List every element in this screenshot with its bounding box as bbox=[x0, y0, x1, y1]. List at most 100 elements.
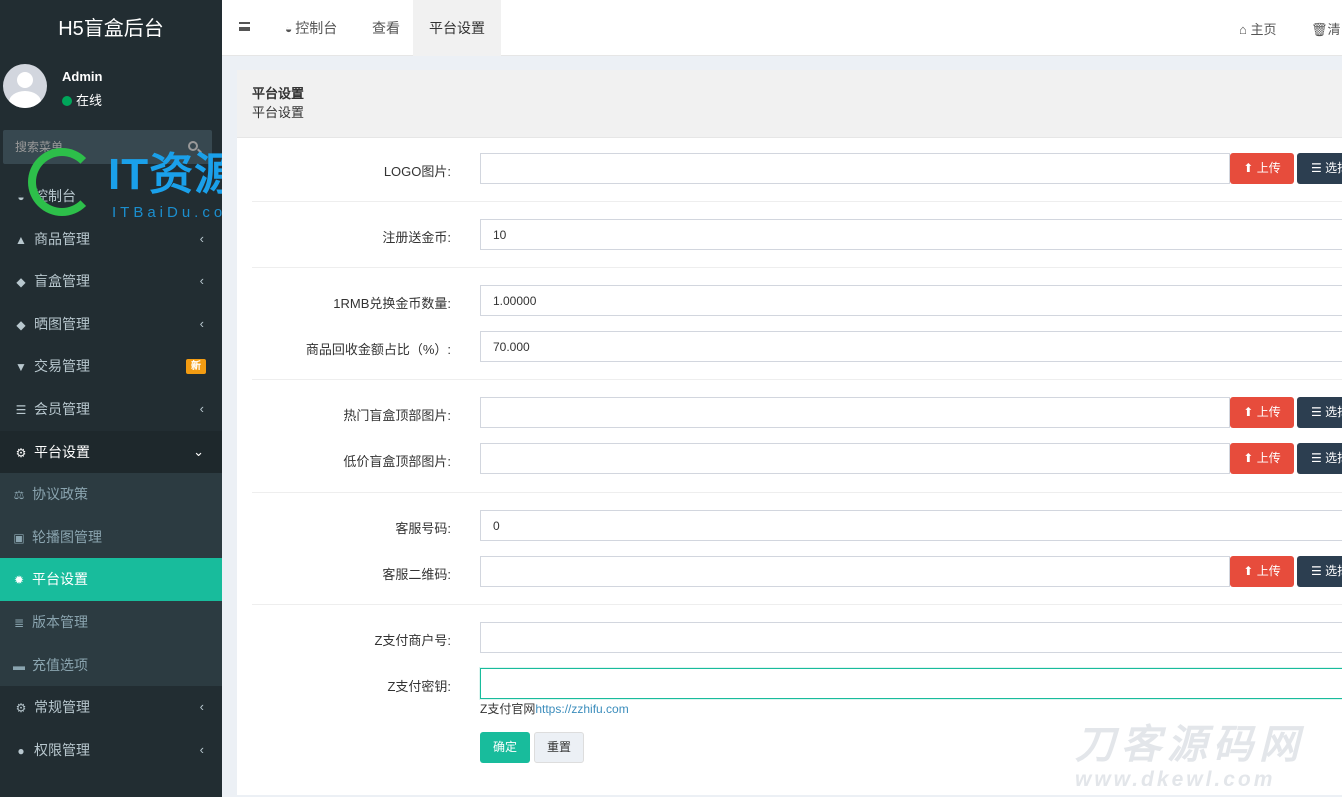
logo-select-button[interactable]: ☰ 选择 bbox=[1297, 153, 1342, 184]
sidebar-item-carousel[interactable]: ▣ 轮播图管理 bbox=[0, 515, 222, 559]
service-qr-input[interactable] bbox=[480, 556, 1230, 587]
watermark-it-name: IT资源网 bbox=[108, 150, 222, 199]
tab-label: 查看 bbox=[372, 20, 400, 36]
zpay-id-label: Z支付商户号: bbox=[374, 633, 451, 648]
shopping-bag-icon: ▲ bbox=[15, 232, 27, 247]
sidebar: H5盲盒后台 Admin 在线 ◒控制台 ▲商品管理‹ ◆盲盒管理‹ ◆晒图管理… bbox=[0, 0, 222, 797]
user-status-label: 在线 bbox=[76, 93, 103, 108]
app-title[interactable]: H5盲盒后台 bbox=[0, 0, 222, 58]
logo-upload-button[interactable]: ⬆ 上传 bbox=[1230, 153, 1294, 184]
low-banner-input[interactable] bbox=[480, 443, 1230, 474]
watermark-it-domain: ITBaiDu.com bbox=[112, 204, 222, 221]
sidebar-item-label: 交易管理 bbox=[34, 358, 90, 375]
watermark-dk-name: 刀客源码网 bbox=[1075, 723, 1305, 767]
chevron-down-icon: ⌄ bbox=[193, 443, 204, 459]
service-qr-select-button[interactable]: ☰ 选择 bbox=[1297, 556, 1342, 587]
sidebar-item-permissions[interactable]: ● 权限管理 ‹ bbox=[0, 729, 222, 772]
list-icon: ☰ bbox=[1311, 161, 1322, 175]
sidebar-item-version[interactable]: ≣ 版本管理 bbox=[0, 600, 222, 644]
tab-dashboard[interactable]: ◒ 控制台 bbox=[269, 0, 353, 56]
select-label: 选择 bbox=[1325, 451, 1342, 465]
online-dot-icon bbox=[62, 96, 72, 106]
service-no-input[interactable] bbox=[480, 510, 1342, 541]
sidebar-item-trades[interactable]: ▼ 交易管理 新 bbox=[0, 345, 222, 388]
sidebar-item-label: 轮播图管理 bbox=[32, 528, 102, 545]
hot-banner-select-button[interactable]: ☰ 选择 bbox=[1297, 397, 1342, 428]
sidebar-item-blindbox[interactable]: ◆ 盲盒管理 ‹ bbox=[0, 260, 222, 303]
trash-icon: 🗑 bbox=[1311, 22, 1328, 37]
upload-icon: ⬆ bbox=[1243, 405, 1254, 419]
upload-icon: ⬆ bbox=[1243, 161, 1254, 175]
clear-cache-link[interactable]: 🗑清除 bbox=[1311, 0, 1342, 97]
list-icon: ☰ bbox=[1311, 564, 1322, 578]
service-no-label: 客服号码: bbox=[395, 521, 451, 536]
sidebar-item-label: 权限管理 bbox=[34, 741, 90, 758]
cog-icon: ✹ bbox=[13, 573, 25, 588]
reset-button[interactable]: 重置 bbox=[534, 732, 584, 763]
upload-icon: ⬆ bbox=[1243, 451, 1254, 465]
hot-banner-upload-button[interactable]: ⬆ 上传 bbox=[1230, 397, 1294, 428]
menu-toggle-icon[interactable] bbox=[239, 22, 250, 31]
battery-icon: ▬ bbox=[13, 658, 25, 673]
recycle-input[interactable] bbox=[480, 331, 1342, 362]
list-icon: ☰ bbox=[15, 402, 27, 417]
sidebar-item-label: 会员管理 bbox=[34, 400, 90, 417]
divider bbox=[252, 267, 1342, 268]
low-banner-label: 低价盲盒顶部图片: bbox=[343, 454, 451, 469]
home-link[interactable]: ⌂ 主页 bbox=[1239, 0, 1277, 56]
list-icon: ☰ bbox=[1311, 405, 1322, 419]
sidebar-item-label: 版本管理 bbox=[32, 613, 88, 630]
chevron-left-icon: ‹ bbox=[199, 273, 204, 289]
image-icon: ▣ bbox=[13, 530, 25, 545]
service-qr-upload-button[interactable]: ⬆ 上传 bbox=[1230, 556, 1294, 587]
dashboard-icon: ◒ bbox=[285, 22, 293, 36]
low-banner-upload-button[interactable]: ⬆ 上传 bbox=[1230, 443, 1294, 474]
zpay-id-input[interactable] bbox=[480, 622, 1342, 653]
user-status: 在线 bbox=[62, 90, 102, 109]
sidebar-item-recharge[interactable]: ▬ 充值选项 bbox=[0, 643, 222, 687]
register-coins-input[interactable] bbox=[480, 219, 1342, 250]
select-label: 选择 bbox=[1325, 405, 1342, 419]
divider bbox=[252, 604, 1342, 605]
hot-banner-input[interactable] bbox=[480, 397, 1230, 428]
dropbox-icon: ◆ bbox=[16, 317, 26, 332]
chevron-left-icon: ‹ bbox=[199, 400, 204, 416]
recycle-label: 商品回收金额占比（%）: bbox=[305, 342, 451, 357]
upload-label: 上传 bbox=[1256, 564, 1281, 578]
divider bbox=[252, 492, 1342, 493]
divider bbox=[252, 201, 1342, 202]
low-banner-select-button[interactable]: ☰ 选择 bbox=[1297, 443, 1342, 474]
sidebar-item-platform[interactable]: ⚙ 平台设置 ⌄ bbox=[0, 430, 222, 474]
zpay-key-input[interactable] bbox=[480, 668, 1342, 699]
select-label: 选择 bbox=[1325, 161, 1342, 175]
upload-icon: ⬆ bbox=[1243, 564, 1254, 578]
avatar bbox=[3, 64, 47, 108]
logo-input[interactable] bbox=[480, 153, 1230, 184]
submit-button[interactable]: 确定 bbox=[480, 732, 530, 763]
upload-label: 上传 bbox=[1256, 451, 1281, 465]
zpay-link[interactable]: https://zzhifu.com bbox=[535, 702, 628, 716]
home-icon: ⌂ bbox=[1239, 22, 1247, 37]
register-coins-label: 注册送金币: bbox=[382, 230, 451, 245]
balance-scale-icon: ⚖ bbox=[13, 488, 25, 503]
shopping-cart-icon: ▼ bbox=[15, 360, 27, 375]
tab-view[interactable]: 查看 bbox=[356, 0, 416, 56]
sidebar-item-platform-settings[interactable]: ✹ 平台设置 bbox=[0, 558, 222, 601]
rmb-rate-input[interactable] bbox=[480, 285, 1342, 316]
tab-label: 平台设置 bbox=[429, 20, 485, 36]
tab-platform-settings[interactable]: 平台设置 bbox=[413, 0, 501, 56]
sidebar-menu: ◒ 控制台 ▲ 商品管理 ‹ ◆ 盲盒管理 ‹ ◆ 晒图管理 ‹ ▼ 交易管理新 ☰ 会员管理 ‹ … bbox=[0, 175, 222, 771]
sidebar-item-members[interactable]: ☰ 会员管理 ‹ bbox=[0, 388, 222, 431]
panel-subtitle: 平台设置 bbox=[252, 105, 305, 120]
sidebar-item-label: 平台设置 bbox=[32, 571, 88, 588]
chevron-left-icon: ‹ bbox=[199, 699, 204, 715]
service-qr-label: 客服二维码: bbox=[382, 567, 451, 582]
cogs-icon: ⚙ bbox=[15, 445, 27, 460]
sidebar-item-label: 充值选项 bbox=[32, 656, 88, 673]
sidebar-item-general[interactable]: ⚙ 常规管理 ‹ bbox=[0, 686, 222, 729]
watermark-dk-domain: www.dkewl.com bbox=[1075, 768, 1276, 791]
sidebar-item-photos[interactable]: ◆ 晒图管理 ‹ bbox=[0, 303, 222, 346]
sidebar-item-policy[interactable]: ⚖ 协议政策 bbox=[0, 473, 222, 516]
user-panel: Admin 在线 bbox=[0, 58, 222, 122]
dropbox-icon: ◆ bbox=[16, 275, 26, 290]
